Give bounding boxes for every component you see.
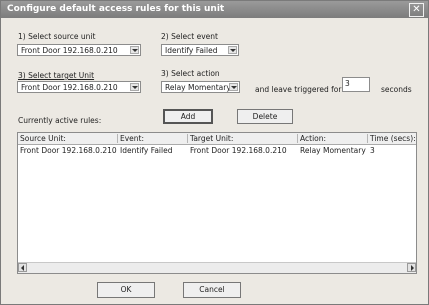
seconds-value: 3	[345, 79, 350, 88]
target-unit-select[interactable]: Front Door 192.168.0.210	[17, 81, 141, 93]
table-row[interactable]: Front Door 192.168.0.210 Identify Failed…	[18, 146, 416, 156]
column-header-action[interactable]: Action:	[298, 134, 368, 143]
cancel-button[interactable]: Cancel	[183, 282, 241, 298]
source-unit-label: 1) Select source unit	[18, 32, 96, 41]
cell-source: Front Door 192.168.0.210	[20, 146, 117, 155]
rules-list-header: Source Unit: Event: Target Unit: Action:…	[18, 133, 416, 145]
event-select[interactable]: Identify Failed	[161, 44, 239, 56]
column-header-target[interactable]: Target Unit:	[188, 134, 298, 143]
title-bar: Configure default access rules for this …	[1, 1, 428, 18]
delete-button[interactable]: Delete	[237, 109, 293, 124]
close-icon: ✕	[412, 4, 421, 15]
chevron-down-icon	[130, 83, 139, 91]
add-button[interactable]: Add	[163, 109, 213, 124]
active-rules-label: Currently active rules:	[18, 116, 102, 125]
cell-event: Identify Failed	[120, 146, 173, 155]
column-header-source[interactable]: Source Unit:	[18, 134, 118, 143]
arrow-right-icon[interactable]	[407, 263, 416, 272]
arrow-left-icon[interactable]	[18, 263, 27, 272]
leave-triggered-label: and leave triggered for	[255, 85, 342, 94]
cell-time: 3	[370, 146, 375, 155]
action-select[interactable]: Relay Momentary	[161, 81, 240, 93]
action-value: Relay Momentary	[165, 83, 231, 92]
source-unit-select[interactable]: Front Door 192.168.0.210	[17, 44, 141, 56]
dialog-title: Configure default access rules for this …	[7, 4, 225, 14]
target-unit-value: Front Door 192.168.0.210	[21, 83, 118, 92]
cell-action: Relay Momentary	[300, 146, 366, 155]
source-unit-value: Front Door 192.168.0.210	[21, 46, 118, 55]
chevron-down-icon	[228, 46, 237, 54]
close-button[interactable]: ✕	[409, 3, 424, 17]
column-header-time[interactable]: Time (secs):	[368, 134, 416, 143]
seconds-label: seconds	[381, 85, 412, 94]
target-unit-label: 3) Select target Unit	[18, 71, 95, 80]
chevron-down-icon	[130, 46, 139, 54]
event-value: Identify Failed	[165, 46, 218, 55]
chevron-down-icon	[229, 83, 238, 91]
seconds-input[interactable]: 3	[342, 77, 370, 92]
column-header-event[interactable]: Event:	[118, 134, 188, 143]
action-label: 3) Select action	[161, 69, 220, 78]
cell-target: Front Door 192.168.0.210	[190, 146, 287, 155]
horizontal-scrollbar[interactable]	[18, 262, 416, 273]
rules-list[interactable]: Source Unit: Event: Target Unit: Action:…	[17, 132, 417, 274]
dialog-window: Configure default access rules for this …	[0, 0, 429, 305]
ok-button[interactable]: OK	[97, 282, 155, 298]
event-label: 2) Select event	[161, 32, 218, 41]
